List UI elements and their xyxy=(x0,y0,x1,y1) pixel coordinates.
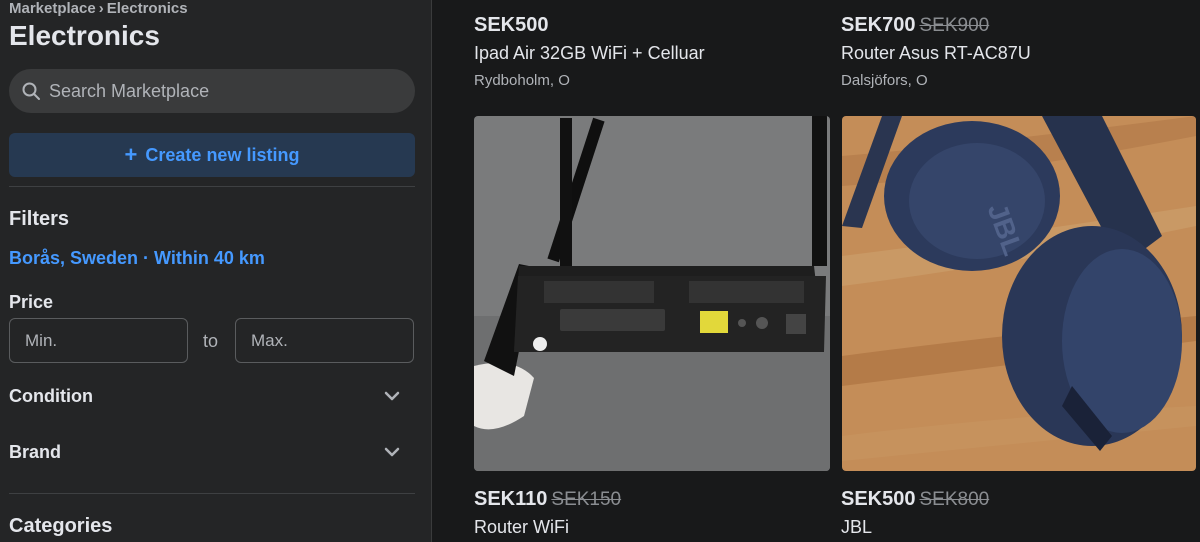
listing-title: JBL xyxy=(841,517,873,537)
divider xyxy=(9,186,415,187)
listing-card[interactable]: SEK500 Ipad Air 32GB WiFi + Celluar Rydb… xyxy=(474,14,705,89)
divider xyxy=(9,493,415,494)
plus-icon: + xyxy=(124,142,138,167)
listing-price: SEK500 xyxy=(474,14,549,36)
listing-card[interactable]: SEK700 SEK900 Router Asus RT-AC87U Dalsjö… xyxy=(841,14,1031,89)
create-new-listing-button[interactable]: + Create new listing xyxy=(9,133,415,177)
listing-card[interactable]: SEK500 SEK800 JBL xyxy=(841,488,989,538)
brand-filter[interactable]: Brand xyxy=(9,432,415,472)
breadcrumb-separator: › xyxy=(98,0,104,17)
brand-label: Brand xyxy=(9,441,62,462)
location-filter-link[interactable]: Borås, Sweden · Within 40 km xyxy=(9,248,265,269)
listing-location: Rydboholm, O xyxy=(474,72,570,89)
listing-price: SEK700 SEK900 xyxy=(841,14,990,36)
breadcrumb: Marketplace › Electronics xyxy=(9,0,188,17)
listing-card[interactable]: SEK110 SEK150 Router WiFi xyxy=(474,488,621,538)
router-listing-photo[interactable] xyxy=(474,116,830,471)
listing-title: Ipad Air 32GB WiFi + Celluar xyxy=(474,43,705,63)
filters-title: Filters xyxy=(9,208,70,230)
headphones-listing-photo[interactable]: JBL xyxy=(842,116,1196,471)
listing-location: Dalsjöfors, O xyxy=(841,72,928,89)
breadcrumb-root[interactable]: Marketplace xyxy=(9,0,96,17)
chevron-down-icon xyxy=(384,447,400,457)
search-icon xyxy=(22,82,40,100)
chevron-down-icon xyxy=(384,391,400,401)
price-min-input[interactable] xyxy=(9,318,188,363)
listing-title: Router WiFi xyxy=(474,517,570,537)
search-bar[interactable] xyxy=(9,69,415,113)
breadcrumb-current[interactable]: Electronics xyxy=(107,0,188,17)
search-input[interactable] xyxy=(49,80,389,102)
condition-filter[interactable]: Condition xyxy=(9,376,415,416)
price-max-input[interactable] xyxy=(235,318,414,363)
listing-old-price: SEK150 xyxy=(551,489,622,510)
price-to-label: to xyxy=(203,331,219,351)
listing-price: SEK110 SEK150 xyxy=(474,488,622,510)
price-label: Price xyxy=(9,292,54,312)
listing-old-price: SEK800 xyxy=(919,489,990,510)
create-listing-label: Create new listing xyxy=(145,144,300,165)
categories-title: Categories xyxy=(9,515,113,537)
listing-title: Router Asus RT-AC87U xyxy=(841,43,1031,63)
sidebar: Marketplace›Electronics Electronics + Cr… xyxy=(0,0,432,542)
listing-price: SEK500 SEK800 xyxy=(841,488,990,510)
condition-label: Condition xyxy=(9,385,93,406)
page-title: Electronics xyxy=(9,20,160,51)
listing-old-price: SEK900 xyxy=(919,15,990,36)
